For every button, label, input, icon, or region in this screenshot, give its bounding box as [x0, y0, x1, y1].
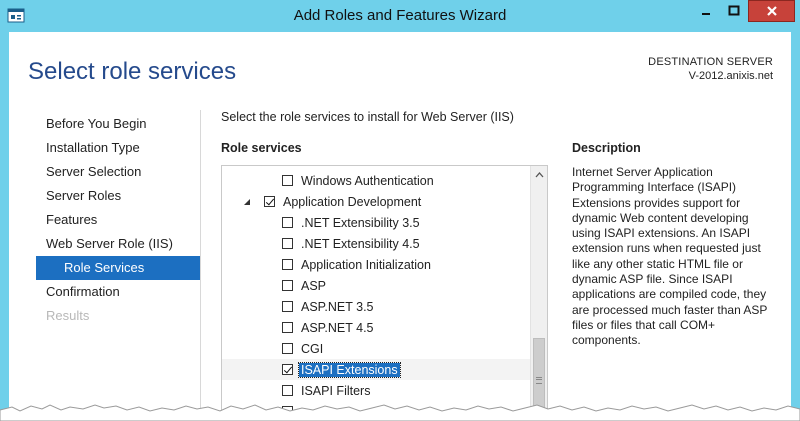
close-icon: [766, 6, 777, 16]
page-title: Select role services: [28, 58, 237, 85]
minimize-button[interactable]: [692, 0, 719, 22]
nav-item-results: Results: [46, 308, 90, 323]
checkbox[interactable]: [282, 238, 293, 249]
tree-item-aspnet-45[interactable]: ASP.NET 4.5: [222, 317, 547, 338]
title-bar[interactable]: Add Roles and Features Wizard: [0, 0, 800, 32]
checkbox[interactable]: [282, 322, 293, 333]
window-title: Add Roles and Features Wizard: [293, 7, 507, 24]
nav-item-server-selection[interactable]: Server Selection: [9, 160, 201, 184]
tree-item-label: .NET Extensibility 4.5: [301, 236, 420, 251]
checkbox[interactable]: [264, 196, 275, 207]
collapse-arrow-icon[interactable]: [243, 198, 251, 206]
tree-item-label: .NET Extensibility 3.5: [301, 215, 420, 230]
tree-item-aspnet-35[interactable]: ASP.NET 3.5: [222, 296, 547, 317]
maximize-button[interactable]: [720, 0, 747, 22]
nav-item-confirmation[interactable]: Confirmation: [9, 280, 201, 304]
checkbox[interactable]: [282, 385, 293, 396]
tree-item-label: Windows Authentication: [301, 173, 434, 188]
checkbox[interactable]: [282, 259, 293, 270]
checkbox[interactable]: [282, 175, 293, 186]
tree-item-cgi[interactable]: CGI: [222, 338, 547, 359]
instruction-text: Select the role services to install for …: [221, 110, 514, 124]
description-text: Internet Server Application Programming …: [572, 165, 768, 348]
maximize-icon: [728, 5, 739, 16]
checkbox[interactable]: [282, 301, 293, 312]
chevron-up-icon: [535, 171, 544, 177]
tree-item-label: ASP.NET 4.5: [301, 320, 374, 335]
torn-edge: [0, 404, 800, 421]
scroll-up-button[interactable]: [531, 166, 547, 183]
wizard-nav: Before You Begin Installation Type Serve…: [9, 112, 201, 328]
checkbox[interactable]: [282, 364, 293, 375]
tree-item-label: CGI: [301, 341, 324, 356]
tree-item-asp[interactable]: ASP: [222, 275, 547, 296]
destination-server-label: DESTINATION SERVER: [648, 56, 773, 68]
tree-item-label: ASP: [301, 278, 327, 293]
destination-server-name: V-2012.anixis.net: [688, 70, 773, 82]
checkbox[interactable]: [282, 343, 293, 354]
grip-icon: [536, 377, 542, 384]
description-heading: Description: [572, 141, 641, 155]
tree-item-label: ISAPI Extensions: [298, 361, 401, 378]
nav-item-server-roles[interactable]: Server Roles: [9, 184, 201, 208]
nav-divider: [200, 110, 201, 421]
tree-item-net-extensibility-35[interactable]: .NET Extensibility 3.5: [222, 212, 547, 233]
tree-item-label: Application Development: [283, 194, 422, 209]
wizard-content: Select role services DESTINATION SERVER …: [9, 32, 791, 421]
tree-item-label: ASP.NET 3.5: [301, 299, 374, 314]
tree-item-label: Application Initialization: [301, 257, 431, 272]
minimize-icon: [701, 13, 710, 15]
nav-item-role-services[interactable]: Role Services: [36, 256, 201, 280]
nav-item-features[interactable]: Features: [9, 208, 201, 232]
nav-item-before-you-begin[interactable]: Before You Begin: [9, 112, 201, 136]
nav-item-installation-type[interactable]: Installation Type: [9, 136, 201, 160]
role-services-heading: Role services: [221, 141, 302, 155]
checkbox[interactable]: [282, 217, 293, 228]
tree-item-windows-authentication[interactable]: Windows Authentication: [222, 170, 547, 191]
nav-item-web-server-role[interactable]: Web Server Role (IIS): [9, 232, 201, 256]
tree-item-net-extensibility-45[interactable]: .NET Extensibility 4.5: [222, 233, 547, 254]
tree-item-application-initialization[interactable]: Application Initialization: [222, 254, 547, 275]
wizard-window: Add Roles and Features Wizard Select rol…: [0, 0, 800, 421]
tree-item-isapi-extensions[interactable]: ISAPI Extensions: [222, 359, 547, 380]
tree-item-application-development[interactable]: Application Development: [222, 191, 547, 212]
role-services-tree[interactable]: Windows Authentication Application Devel…: [221, 165, 548, 421]
checkbox[interactable]: [282, 280, 293, 291]
tree-scrollbar[interactable]: [530, 166, 547, 421]
close-button[interactable]: [748, 0, 795, 22]
